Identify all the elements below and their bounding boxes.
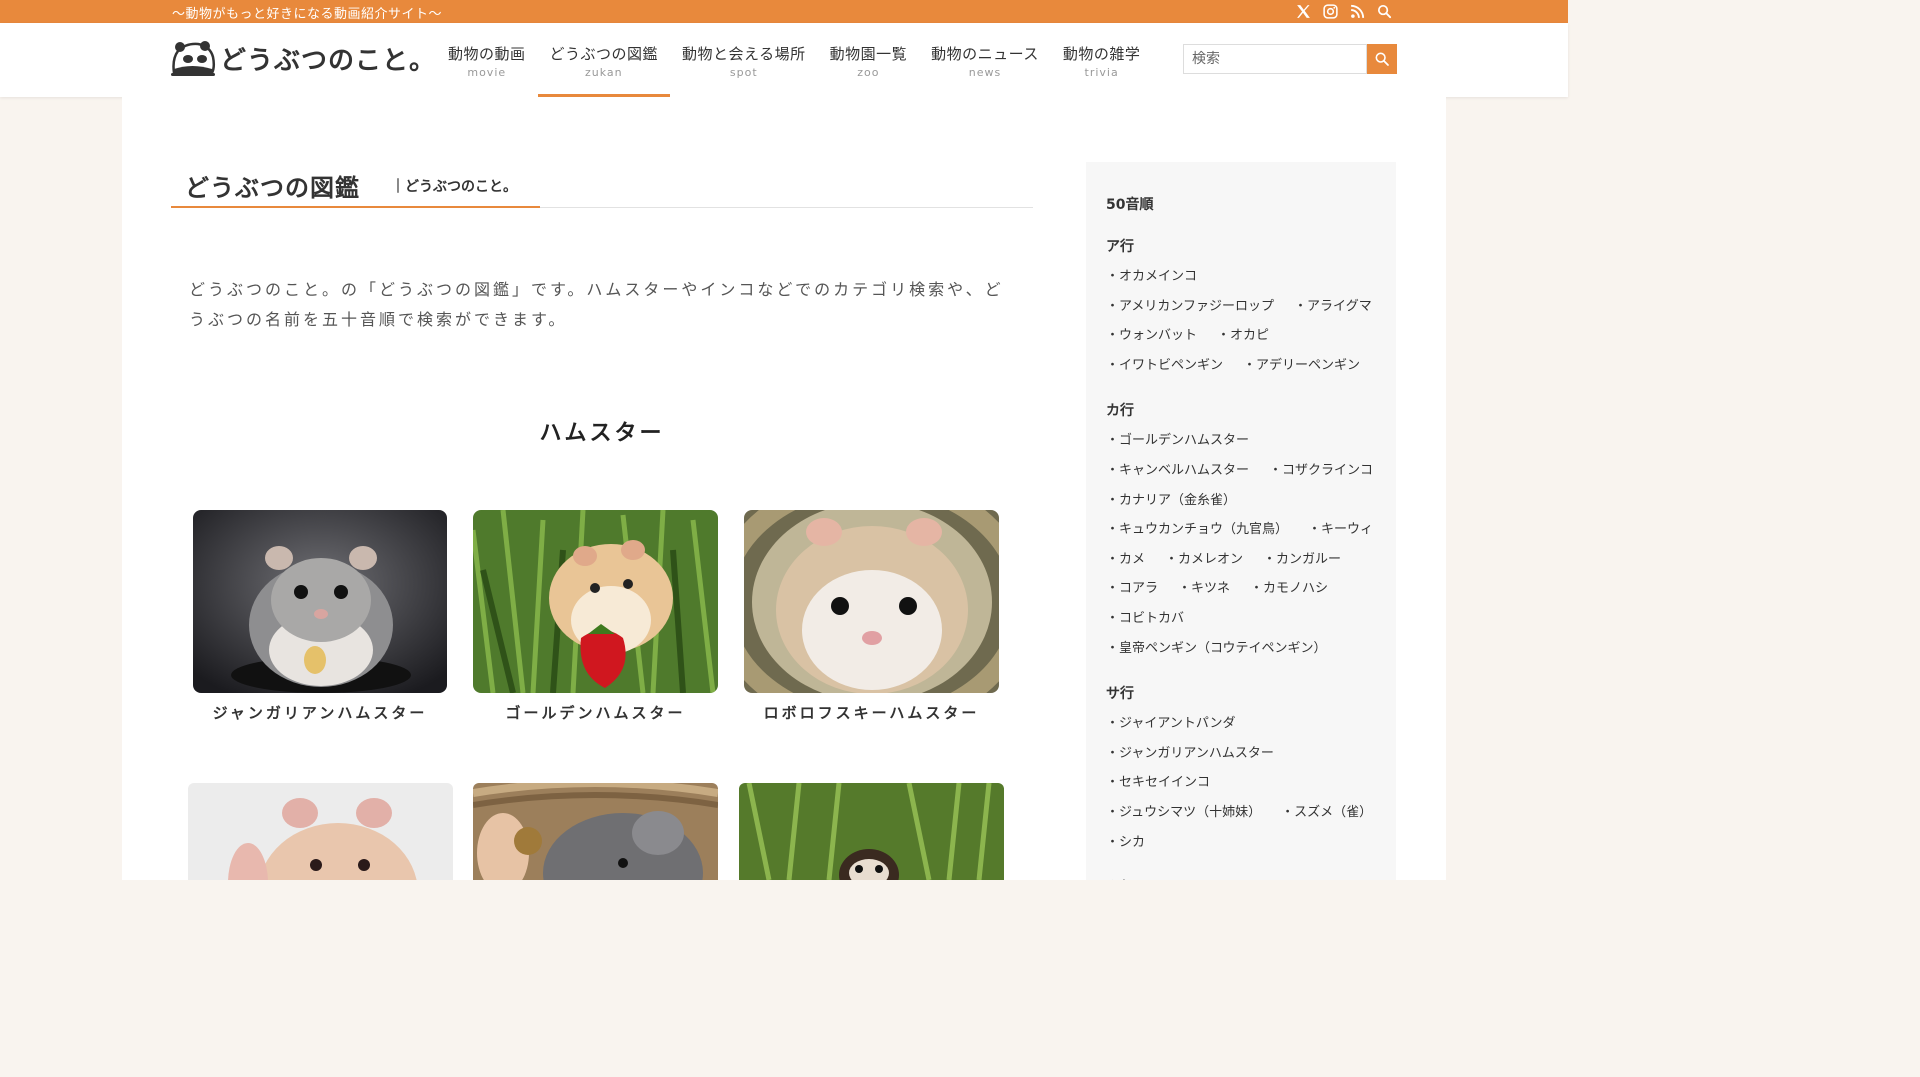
nav-sublabel: trivia [1084, 66, 1119, 79]
index-link[interactable]: ・コアラ [1106, 574, 1158, 604]
index-link[interactable]: ・コザクラインコ [1269, 456, 1373, 486]
animal-photo [473, 510, 718, 693]
main-nav: 動物の動画 movie どうぶつの図鑑 zukan 動物と会える場所 spot … [436, 23, 1152, 97]
index-link[interactable]: ・オカピ [1217, 321, 1269, 351]
section-title-hamster: ハムスター [539, 421, 665, 446]
index-link[interactable]: ・コビトカバ [1106, 604, 1376, 634]
index-link[interactable]: ・イワトビペンギン [1106, 351, 1223, 381]
animal-photo [188, 783, 453, 880]
index-link[interactable]: ・キツネ [1178, 574, 1230, 604]
index-link[interactable]: ・キャンベルハムスター [1106, 456, 1249, 486]
nav-label: 動物の動画 [448, 45, 526, 63]
panda-logo-icon [171, 41, 216, 76]
index-group-ta: タ行 [1106, 877, 1376, 880]
index-link[interactable]: ・ジャンガリアンハムスター [1106, 739, 1376, 769]
nav-sublabel: news [968, 66, 1002, 79]
rss-icon[interactable] [1349, 3, 1366, 20]
index-group-ka: カ行 ・ゴールデンハムスター ・キャンベルハムスター ・コザクラインコ ・カナリ… [1106, 400, 1376, 663]
index-group-title: タ行 [1106, 877, 1376, 880]
animal-name: ジャンガリアンハムスター [212, 704, 428, 722]
sidebar-heading: 50音順 [1106, 197, 1154, 213]
animal-card-row2-1[interactable] [188, 783, 453, 880]
index-link[interactable]: ・ジャイアントパンダ [1106, 709, 1376, 739]
animal-card-djungarian[interactable]: ジャンガリアンハムスター [193, 510, 447, 723]
header-search [1183, 44, 1397, 74]
nav-label: 動物園一覧 [829, 45, 908, 63]
index-link[interactable]: ・スズメ（雀） [1281, 798, 1372, 828]
animal-photo [473, 783, 718, 880]
animal-card-row2-2[interactable] [473, 783, 718, 880]
search-icon [1375, 52, 1389, 66]
index-link[interactable]: ・カメ [1106, 545, 1145, 575]
social-links [1295, 3, 1393, 20]
page-title: どうぶつの図鑑 [185, 174, 360, 202]
top-bar: 〜動物がもっと好きになる動画紹介サイト〜 [0, 0, 1568, 23]
index-link[interactable]: ・アライグマ [1294, 292, 1372, 322]
index-group-sa: サ行 ・ジャイアントパンダ ・ジャンガリアンハムスター ・セキセイインコ ・ジュ… [1106, 683, 1376, 857]
site-logo[interactable]: どうぶつのこと。 [170, 39, 436, 77]
nav-sublabel: spot [729, 66, 758, 79]
index-link[interactable]: ・キュウカンチョウ（九官鳥） [1106, 515, 1288, 545]
page-title-site: ｜どうぶつのこと。 [391, 179, 517, 195]
index-link[interactable]: ・ゴールデンハムスター [1106, 426, 1376, 456]
nav-sublabel: zoo [857, 66, 880, 79]
nav-label: 動物のニュース [931, 45, 1039, 63]
index-link[interactable]: ・アデリーペンギン [1243, 351, 1360, 381]
sidebar-index: 50音順 ア行 ・オカメインコ ・アメリカンファジーロップ ・アライグマ ・ウォ… [1086, 162, 1396, 880]
index-link[interactable]: ・ジュウシマツ（十姉妹） [1106, 798, 1261, 828]
index-group-title: カ行 [1106, 403, 1134, 420]
animal-name: ロボロフスキーハムスター [763, 704, 980, 722]
title-underline [171, 206, 540, 208]
index-link[interactable]: ・カメレオン [1165, 545, 1243, 575]
site-tagline: 〜動物がもっと好きになる動画紹介サイト〜 [172, 7, 443, 22]
animal-card-roborovski[interactable]: ロボロフスキーハムスター [744, 510, 999, 723]
index-group-title: ア行 [1106, 239, 1134, 255]
index-link[interactable]: ・ウォンバット [1106, 321, 1197, 351]
index-link[interactable]: ・カモノハシ [1250, 574, 1328, 604]
index-link[interactable]: ・シカ [1106, 828, 1376, 858]
nav-label: 動物の雑学 [1062, 45, 1141, 63]
index-link[interactable]: ・オカメインコ [1106, 262, 1376, 292]
nav-sublabel: zukan [584, 66, 623, 79]
search-icon[interactable] [1376, 3, 1393, 20]
index-link[interactable]: ・カンガルー [1263, 545, 1341, 575]
animal-name: ゴールデンハムスター [505, 704, 686, 722]
animal-photo [744, 510, 999, 693]
index-link[interactable]: ・カナリア（金糸雀） [1106, 486, 1376, 516]
animal-photo [193, 510, 447, 693]
instagram-icon[interactable] [1322, 3, 1339, 20]
nav-item-movie[interactable]: 動物の動画 movie [436, 23, 538, 97]
page-title-row: どうぶつの図鑑 ｜どうぶつのこと。 [171, 168, 1033, 208]
index-link[interactable]: ・アメリカンファジーロップ [1106, 292, 1274, 322]
index-link[interactable]: ・キーウィ [1308, 515, 1373, 545]
animal-card-row2-3[interactable] [739, 783, 1004, 880]
x-icon[interactable] [1295, 3, 1312, 20]
nav-item-trivia[interactable]: 動物の雑学 trivia [1051, 23, 1153, 97]
index-link[interactable]: ・セキセイインコ [1106, 768, 1376, 798]
nav-label: 動物と会える場所 [682, 45, 806, 63]
content-container: どうぶつの図鑑 ｜どうぶつのこと。 どうぶつのこと。の「どうぶつの図鑑」です。ハ… [122, 97, 1446, 880]
nav-sublabel: movie [467, 66, 507, 79]
site-header: どうぶつのこと。 動物の動画 movie どうぶつの図鑑 zukan 動物と会え… [0, 23, 1568, 97]
search-input[interactable] [1183, 44, 1367, 74]
animal-photo [739, 783, 1004, 880]
nav-item-news[interactable]: 動物のニュース news [919, 23, 1051, 97]
search-button[interactable] [1367, 44, 1397, 74]
nav-item-spot[interactable]: 動物と会える場所 spot [670, 23, 818, 97]
index-group-a: ア行 ・オカメインコ ・アメリカンファジーロップ ・アライグマ ・ウォンバット … [1106, 236, 1376, 380]
intro-text: どうぶつのこと。の「どうぶつの図鑑」です。ハムスターやインコなどでのカテゴリ検索… [189, 280, 1004, 329]
nav-item-zoo[interactable]: 動物園一覧 zoo [818, 23, 920, 97]
logo-text: どうぶつのこと。 [220, 45, 437, 76]
index-group-title: サ行 [1106, 686, 1134, 703]
nav-label: どうぶつの図鑑 [549, 45, 659, 63]
index-link[interactable]: ・皇帝ペンギン（コウテイペンギン） [1106, 634, 1326, 664]
animal-card-golden[interactable]: ゴールデンハムスター [473, 510, 718, 723]
nav-item-zukan[interactable]: どうぶつの図鑑 zukan [537, 23, 671, 97]
